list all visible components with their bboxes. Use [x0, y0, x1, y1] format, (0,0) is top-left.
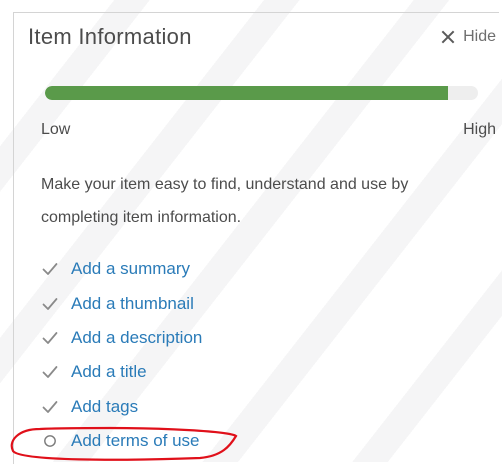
hide-button[interactable]: Hide: [441, 28, 496, 46]
add-terms-of-use-link[interactable]: Add terms of use: [71, 431, 200, 451]
checklist: Add a summary Add a thumbnail Add a desc…: [41, 252, 202, 458]
hide-label: Hide: [463, 28, 496, 45]
check-icon: [41, 329, 59, 347]
scale-high-label: High: [463, 121, 496, 138]
circle-icon: [41, 432, 59, 450]
add-summary-link[interactable]: Add a summary: [71, 259, 190, 279]
panel-title: Item Information: [28, 24, 192, 49]
checklist-item-title: Add a title: [41, 355, 202, 389]
panel-description: Make your item easy to find, understand …: [41, 176, 409, 226]
scale-low-label: Low: [41, 121, 71, 138]
add-thumbnail-link[interactable]: Add a thumbnail: [71, 294, 194, 314]
add-description-link[interactable]: Add a description: [71, 328, 202, 348]
checklist-item-tags: Add tags: [41, 390, 202, 424]
check-icon: [41, 260, 59, 278]
progress-fill: [45, 86, 448, 100]
close-icon: [441, 30, 455, 44]
completeness-progress-bar: [45, 86, 478, 100]
checklist-item-terms-of-use: Add terms of use: [41, 424, 202, 458]
add-tags-link[interactable]: Add tags: [71, 397, 138, 417]
panel-header: Item Information Hide: [28, 24, 496, 58]
check-icon: [41, 363, 59, 381]
checklist-item-summary: Add a summary: [41, 252, 202, 286]
checklist-item-description: Add a description: [41, 321, 202, 355]
checklist-item-thumbnail: Add a thumbnail: [41, 286, 202, 320]
check-icon: [41, 295, 59, 313]
check-icon: [41, 398, 59, 416]
add-title-link[interactable]: Add a title: [71, 362, 147, 382]
